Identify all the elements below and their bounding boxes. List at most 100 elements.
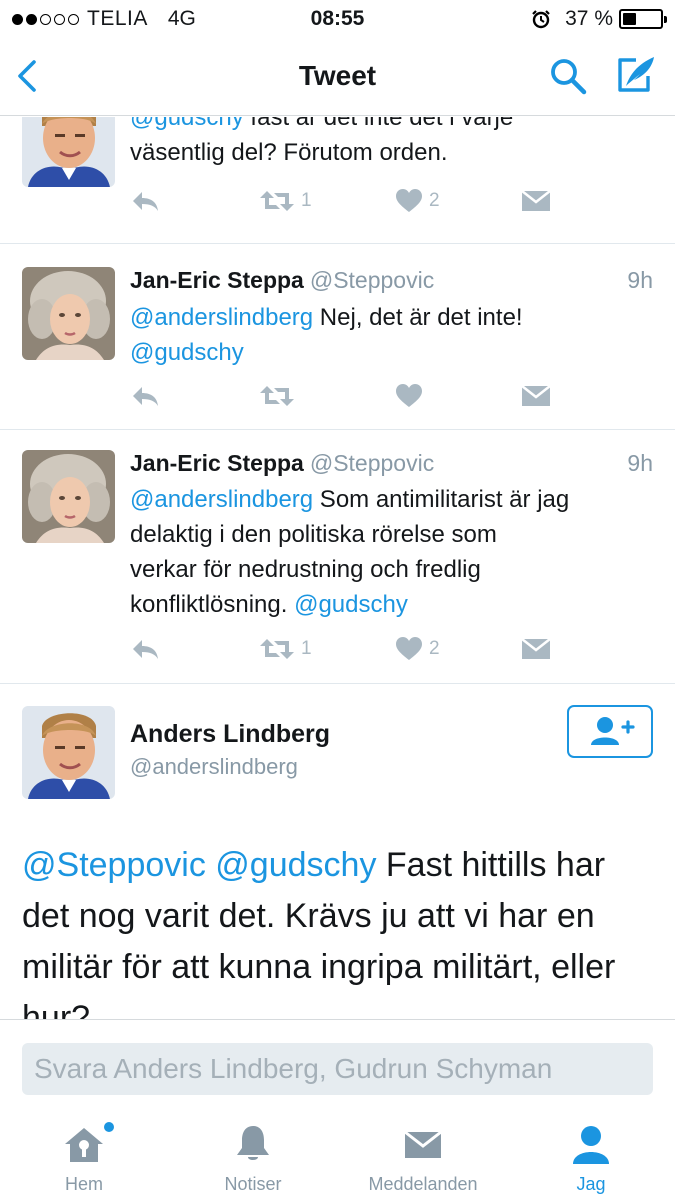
follow-button[interactable]	[567, 705, 653, 758]
reply-button[interactable]	[130, 381, 160, 411]
mention-link[interactable]: @anderslindberg	[130, 304, 313, 331]
status-right: 37 %	[531, 7, 667, 31]
tweet-header: Jan-Eric Steppa @Steppovic 9h	[130, 450, 653, 477]
tweet-actions: 1 2	[130, 634, 550, 664]
focused-tweet: Anders Lindberg @anderslindberg @Steppov…	[0, 684, 675, 1020]
retweet-button[interactable]: 1	[260, 634, 312, 664]
text-segment: Nej, det är det inte!	[313, 304, 523, 331]
reply-icon	[133, 387, 158, 406]
reply-input[interactable]	[22, 1043, 653, 1095]
heart-icon	[396, 384, 422, 407]
direct-message-button[interactable]	[522, 634, 550, 664]
mention-link[interactable]: @gudschy	[215, 846, 376, 884]
avatar[interactable]	[22, 706, 115, 799]
tab-home[interactable]: Hem	[9, 1122, 159, 1195]
tweet-actions: 1 2	[130, 186, 550, 216]
mention-link[interactable]: @gudschy	[294, 591, 408, 618]
reply-button[interactable]	[130, 634, 160, 664]
text-line: @anderslindberg Nej, det är det inte!	[130, 300, 653, 335]
mention-link[interactable]: @Steppovic	[22, 846, 206, 884]
mention-link[interactable]: @gudschy	[130, 117, 244, 131]
tweet[interactable]: Jan-Eric Steppa @Steppovic 9h @anderslind…	[0, 244, 675, 430]
avatar[interactable]	[22, 117, 115, 187]
tweet-text: @anderslindberg Nej, det är det inte! @gu…	[130, 300, 653, 370]
tweet-text: @Steppovic @gudschy Fast hittills har det…	[22, 840, 653, 1020]
author-handle[interactable]: @anderslindberg	[130, 754, 298, 780]
mention-link[interactable]: @anderslindberg	[130, 486, 313, 513]
author-name[interactable]: Jan-Eric Steppa	[130, 450, 304, 476]
home-icon	[65, 1128, 103, 1162]
battery-level	[623, 13, 637, 25]
navigation-bar: Tweet	[0, 40, 675, 116]
text-line: @gudschy	[130, 335, 653, 370]
reply-icon	[133, 640, 158, 659]
text-segment: verkar för nedrustning och fredlig	[130, 556, 481, 583]
mention-link[interactable]: @gudschy	[130, 339, 244, 366]
text-segment: Fast hittills har	[376, 846, 606, 884]
conversation-feed[interactable]: @gudschy fast är det inte det i varje väs…	[0, 117, 675, 1020]
text-line: det nog varit det. Krävs ju att vi har e…	[22, 891, 653, 942]
tab-me[interactable]: Jag	[516, 1124, 666, 1195]
text-line: hur?	[22, 993, 653, 1020]
retweet-count: 1	[301, 190, 312, 211]
bell-icon	[237, 1126, 269, 1160]
battery-percentage: 37 %	[565, 7, 613, 30]
text-segment: Som antimilitarist är jag	[313, 486, 570, 513]
heart-icon	[396, 189, 422, 212]
tweet[interactable]: Jan-Eric Steppa @Steppovic 9h @anderslind…	[0, 430, 675, 684]
author-name[interactable]: Anders Lindberg	[130, 720, 330, 749]
text-segment: det nog varit det. Krävs ju att vi har e…	[22, 897, 595, 935]
new-content-dot	[104, 1122, 114, 1132]
add-user-icon	[591, 717, 635, 745]
tab-messages[interactable]: Meddelanden	[348, 1124, 498, 1195]
text-line: @Steppovic @gudschy Fast hittills har	[22, 840, 653, 891]
compose-tweet-icon[interactable]	[614, 54, 658, 96]
author-handle[interactable]: @Steppovic	[310, 267, 434, 293]
tab-label: Jag	[576, 1174, 606, 1194]
envelope-icon	[404, 1130, 442, 1158]
person-icon	[573, 1126, 609, 1164]
reply-bar	[0, 1019, 675, 1109]
tab-label: Notiser	[224, 1174, 282, 1194]
text-line: verkar för nedrustning och fredlig	[130, 552, 653, 587]
tweet[interactable]: @gudschy fast är det inte det i varje väs…	[0, 117, 675, 244]
tab-label: Hem	[64, 1174, 103, 1194]
text-segment	[206, 846, 215, 884]
envelope-icon	[522, 638, 550, 659]
retweet-button[interactable]: 1	[260, 186, 312, 216]
text-segment: delaktig i den politiska rörelse som	[130, 521, 497, 548]
reply-icon	[133, 192, 158, 211]
retweet-count: 1	[301, 638, 312, 659]
status-bar: TELIA 4G 08:55 37 %	[0, 0, 675, 40]
direct-message-button[interactable]	[522, 186, 550, 216]
battery-icon	[619, 9, 667, 29]
like-button[interactable]	[396, 381, 429, 411]
search-icon[interactable]	[548, 56, 588, 96]
direct-message-button[interactable]	[522, 381, 550, 411]
tab-notifications[interactable]: Notiser	[178, 1124, 328, 1195]
author-name[interactable]: Jan-Eric Steppa	[130, 267, 304, 293]
heart-icon	[396, 637, 422, 660]
tweet-time: 9h	[627, 450, 653, 476]
like-button[interactable]: 2	[396, 634, 440, 664]
tweet-header: Jan-Eric Steppa @Steppovic 9h	[130, 267, 653, 294]
text-segment: väsentlig del? Förutom orden.	[130, 139, 448, 166]
tweet-text: @anderslindberg Som antimilitarist är ja…	[130, 482, 653, 622]
author-handle[interactable]: @Steppovic	[310, 450, 434, 476]
avatar[interactable]	[22, 267, 115, 360]
retweet-icon	[260, 639, 294, 659]
text-line: @anderslindberg Som antimilitarist är ja…	[130, 482, 653, 517]
tweet-text: @gudschy fast är det inte det i varje väs…	[130, 117, 653, 170]
text-segment: militär för att kunna ingripa militärt, …	[22, 948, 616, 986]
tab-bar: Hem Notiser Meddelanden Jag	[0, 1110, 675, 1200]
envelope-icon	[522, 385, 550, 406]
avatar[interactable]	[22, 450, 115, 543]
retweet-button[interactable]	[260, 381, 301, 411]
retweet-icon	[260, 386, 294, 406]
tweet-actions	[130, 381, 550, 411]
reply-button[interactable]	[130, 186, 160, 216]
envelope-icon	[522, 190, 550, 211]
like-button[interactable]: 2	[396, 186, 440, 216]
tab-label: Meddelanden	[368, 1174, 478, 1194]
text-line: väsentlig del? Förutom orden.	[130, 135, 653, 170]
